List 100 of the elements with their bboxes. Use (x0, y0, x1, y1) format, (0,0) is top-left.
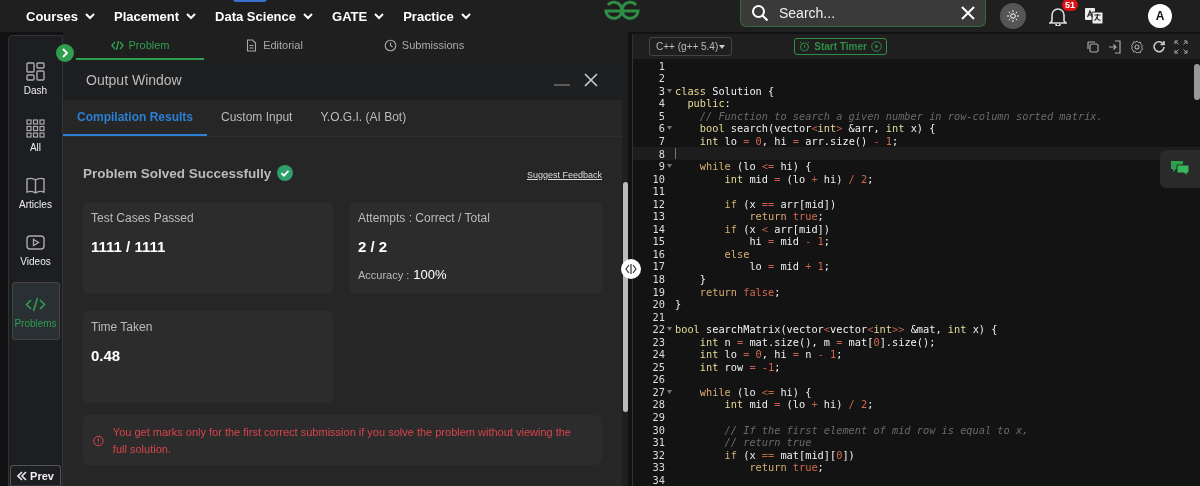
nav-menu[interactable]: Courses (26, 4, 97, 28)
code-line: } (675, 298, 682, 311)
nav-menu[interactable]: Placement (114, 4, 198, 28)
card-label: Test Cases Passed (91, 211, 195, 225)
language-select[interactable]: C++ (g++ 5.4) (649, 37, 733, 57)
chevron-down-icon (459, 10, 472, 22)
start-timer-button[interactable]: Start Timer (794, 38, 887, 56)
search-icon (751, 3, 769, 22)
line-number: 20 (652, 298, 665, 311)
fold-caret-icon[interactable] (667, 389, 672, 394)
code-line: int lo = 0, hi = arr.size() - 1; (698, 134, 899, 147)
code-line: if (x < arr[mid]) (723, 222, 830, 235)
code-editor[interactable] (633, 59, 1200, 486)
code-line: bool search(vector<int> &arr, int x) { (698, 122, 936, 135)
nav-menu[interactable]: Data Science (215, 4, 314, 28)
code-line: int mid = (lo + hi) / 2; (723, 398, 874, 411)
code-line: // Function to search a given number in row-column sorted matrix. (698, 109, 1103, 122)
card-label: Time Taken (91, 320, 154, 334)
logo-icon[interactable] (602, 0, 642, 23)
sidebar-item[interactable]: Dash (11, 54, 60, 102)
code-line: bool searchMatrix(vector<vector<int>> &mat, int x) { (675, 323, 998, 336)
close-icon[interactable] (584, 73, 598, 87)
nav-menu[interactable]: GATE (332, 4, 386, 28)
code-line: return false; (698, 285, 781, 298)
line-number: 25 (652, 360, 665, 373)
theme-toggle-button[interactable] (1000, 3, 1026, 29)
code-line: if (x == arr[mid]) (723, 197, 837, 210)
code-line: int row = -1; (698, 360, 781, 373)
notification-count: 51 (1062, 0, 1078, 11)
line-number: 22 (652, 323, 665, 336)
line-number: 13 (652, 210, 665, 223)
scrollbar[interactable] (623, 182, 628, 412)
line-number: 19 (652, 285, 665, 298)
copy-icon[interactable] (1086, 39, 1100, 54)
line-number: 10 (652, 172, 665, 185)
chevron-down-icon (185, 10, 198, 22)
sidebar-item[interactable]: Videos (11, 225, 60, 273)
line-number: 9 (658, 160, 665, 173)
code-line: int mid = (lo + hi) / 2; (723, 172, 874, 185)
code-line: public: (686, 97, 731, 110)
chat-button[interactable] (1160, 150, 1200, 188)
card-value: 0.48 (91, 347, 122, 364)
caret-down-icon (719, 44, 726, 49)
code-line: return true; (748, 210, 824, 223)
line-number: 27 (652, 385, 665, 398)
notice-text: You get marks only for the first correct submission if you solve the problem without viewing the full solution. (112, 425, 572, 457)
dashboard-icon (25, 60, 46, 82)
code-line: while (lo <= hi) { (698, 160, 812, 173)
output-tab[interactable]: Compilation Results (63, 100, 207, 136)
line-number: 1 (658, 59, 665, 72)
code-icon (110, 38, 124, 52)
translate-icon[interactable] (1084, 6, 1104, 26)
import-icon[interactable] (1108, 39, 1122, 54)
card-value: 1111 / 1111 (91, 238, 167, 255)
sidebar-item[interactable]: Articles (11, 168, 60, 216)
chat-bubbles-icon (1170, 160, 1190, 178)
output-tab[interactable]: Custom Input (207, 100, 307, 136)
line-number: 14 (652, 222, 665, 235)
prev-button[interactable]: Prev (10, 465, 61, 485)
code-line: else (723, 247, 750, 260)
code-line: return true; (748, 461, 824, 474)
feedback-link[interactable]: Suggest Feedback (526, 170, 602, 180)
document-icon (245, 38, 259, 52)
line-number: 5 (658, 109, 665, 122)
reset-icon[interactable] (1152, 39, 1166, 54)
line-number: 28 (652, 398, 665, 411)
code-line: hi = mid - 1; (748, 235, 830, 248)
fold-caret-icon[interactable] (667, 327, 672, 332)
nav-menu[interactable]: Practice (403, 4, 472, 28)
card-value: 2 / 2 (358, 238, 389, 255)
sidebar-item[interactable]: Problems (11, 282, 60, 340)
sidebar-item[interactable]: All (11, 111, 60, 159)
fold-caret-icon[interactable] (667, 164, 672, 169)
line-number: 30 (652, 423, 665, 436)
scrollbar[interactable] (1194, 64, 1200, 100)
chevron-down-icon (373, 10, 386, 22)
problem-tab[interactable]: Editorial (204, 32, 344, 60)
line-number: 11 (652, 185, 665, 198)
line-number: 34 (652, 473, 665, 486)
bell-icon[interactable] (1049, 6, 1067, 26)
line-number: 15 (652, 235, 665, 248)
line-number: 17 (652, 260, 665, 273)
search-field[interactable]: Search... (740, 0, 986, 27)
line-number: 7 (658, 134, 665, 147)
settings-icon[interactable] (1130, 39, 1144, 54)
code-line: if (x == mat[mid][0]) (723, 448, 855, 461)
code-line: int lo = 0, hi = n - 1; (698, 348, 843, 361)
user-avatar[interactable]: A (1148, 4, 1172, 28)
search-input[interactable]: Search... (777, 3, 953, 22)
code-line: // return true (723, 436, 812, 449)
fullscreen-icon[interactable] (1174, 39, 1188, 54)
line-number: 3 (658, 84, 665, 97)
fold-caret-icon[interactable] (667, 88, 672, 93)
problem-tab[interactable]: Submissions (344, 32, 504, 60)
play-icon (870, 41, 882, 53)
line-number: 21 (652, 310, 665, 323)
chevron-right-icon (60, 48, 70, 58)
output-tab[interactable]: Y.O.G.I. (AI Bot) (306, 100, 421, 136)
fold-caret-icon[interactable] (667, 126, 672, 131)
sun-icon (1007, 10, 1019, 22)
